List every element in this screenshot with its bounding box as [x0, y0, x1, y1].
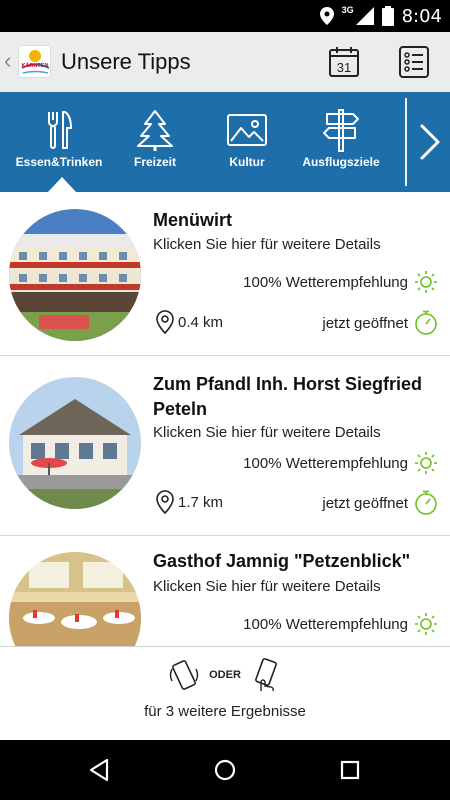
distance: 0.4 km: [156, 310, 223, 334]
restaurant-photo: [9, 377, 141, 509]
tree-icon: [137, 110, 173, 151]
weather-text: 100% Wetterempfehlung: [243, 615, 408, 633]
distance-text: 1.7 km: [178, 493, 224, 511]
more-results-text[interactable]: für 3 weitere Ergebnisse: [0, 703, 450, 720]
system-nav-bar: [0, 740, 450, 800]
tab-kultur[interactable]: Kultur: [199, 92, 295, 192]
weather-recommendation: 100% Wetterempfehlung: [243, 270, 438, 294]
tab-freizeit[interactable]: Freizeit: [107, 92, 203, 192]
swipe-phone-icon: [254, 658, 277, 692]
next-categories-button[interactable]: [412, 120, 446, 164]
item-name: Zum Pfandl Inh. Horst Siegfried Peteln: [153, 374, 423, 419]
picture-icon: [227, 114, 267, 146]
clock: 8:04: [401, 5, 442, 27]
item-name: Gasthof Jamnig "Petzenblick": [153, 551, 411, 571]
sun-icon: [415, 452, 437, 474]
item-details-link[interactable]: Klicken Sie hier für weitere Details: [153, 578, 381, 595]
nav-recents-button[interactable]: [326, 752, 374, 788]
battery-icon: [381, 6, 394, 26]
weather-recommendation: 100% Wetterempfehlung: [243, 612, 438, 636]
restaurant-photo: [9, 209, 141, 341]
map-pin-icon: [156, 490, 174, 514]
list-icon: [399, 46, 429, 78]
item-name: Menüwirt: [153, 210, 232, 230]
restaurant-photo: [9, 552, 141, 646]
item-details-link[interactable]: Klicken Sie hier für weitere Details: [153, 236, 381, 253]
list-item[interactable]: Zum Pfandl Inh. Horst Siegfried Peteln K…: [0, 356, 450, 536]
list-item[interactable]: Gasthof Jamnig "Petzenblick" Klicken Sie…: [0, 536, 450, 646]
nav-home-button[interactable]: [201, 752, 249, 788]
calendar-day: 31: [337, 60, 351, 75]
location-icon: [319, 7, 334, 25]
tab-ausflugsziele[interactable]: Ausflugsziele: [293, 92, 389, 192]
list-item[interactable]: Menüwirt Klicken Sie hier für weitere De…: [0, 192, 450, 356]
tab-label: Freizeit: [133, 155, 176, 169]
weather-text: 100% Wetterempfehlung: [243, 454, 408, 472]
back-chevron-icon[interactable]: ‹: [4, 50, 11, 72]
recents-square-icon: [340, 760, 360, 780]
tab-label: Kultur: [229, 155, 265, 169]
status-bar: 3G 8:04: [0, 0, 450, 32]
gesture-hint: ODER: [0, 657, 450, 693]
shake-phone-icon: [169, 660, 199, 690]
svg-text:KÄRNTEN: KÄRNTEN: [22, 62, 49, 69]
map-pin-icon: [156, 310, 174, 334]
separator-text: ODER: [209, 669, 241, 681]
weather-recommendation: 100% Wetterempfehlung: [243, 451, 438, 475]
fork-knife-icon: [48, 111, 73, 149]
opening-status: jetzt geöffnet: [322, 310, 438, 336]
sun-icon: [415, 613, 437, 635]
stopwatch-icon: [415, 490, 437, 515]
home-circle-icon: [214, 759, 236, 781]
selected-tab-indicator: [48, 177, 76, 192]
signal-icon: [355, 7, 374, 25]
calendar-icon: 31: [329, 47, 359, 77]
page-title: Unsere Tipps: [61, 49, 191, 74]
distance-text: 0.4 km: [178, 313, 224, 331]
results-list[interactable]: Menüwirt Klicken Sie hier für weitere De…: [0, 192, 450, 646]
chevron-right-icon: [420, 124, 440, 160]
item-details-link[interactable]: Klicken Sie hier für weitere Details: [153, 424, 381, 441]
open-text: jetzt geöffnet: [322, 494, 408, 512]
signpost-icon: [323, 109, 359, 152]
tab-divider: [405, 98, 407, 186]
stopwatch-icon: [415, 310, 437, 335]
app-bar: ‹ KÄRNTEN Unsere Tipps 31: [0, 32, 450, 92]
app-logo[interactable]: KÄRNTEN: [18, 45, 51, 78]
weather-text: 100% Wetterempfehlung: [243, 273, 408, 291]
load-more-footer[interactable]: ODER für 3 weitere Ergebnisse: [0, 646, 450, 740]
open-text: jetzt geöffnet: [322, 314, 408, 332]
network-type: 3G: [341, 5, 354, 15]
calendar-button[interactable]: 31: [327, 45, 361, 79]
tab-label: Ausflugsziele: [302, 155, 380, 169]
sun-icon: [415, 271, 437, 293]
opening-status: jetzt geöffnet: [322, 490, 438, 516]
distance: 1.7 km: [156, 490, 223, 514]
list-view-button[interactable]: [397, 45, 431, 79]
tab-label: Essen&Trinken: [15, 155, 103, 169]
nav-back-button[interactable]: [75, 752, 123, 788]
back-triangle-icon: [89, 758, 109, 782]
